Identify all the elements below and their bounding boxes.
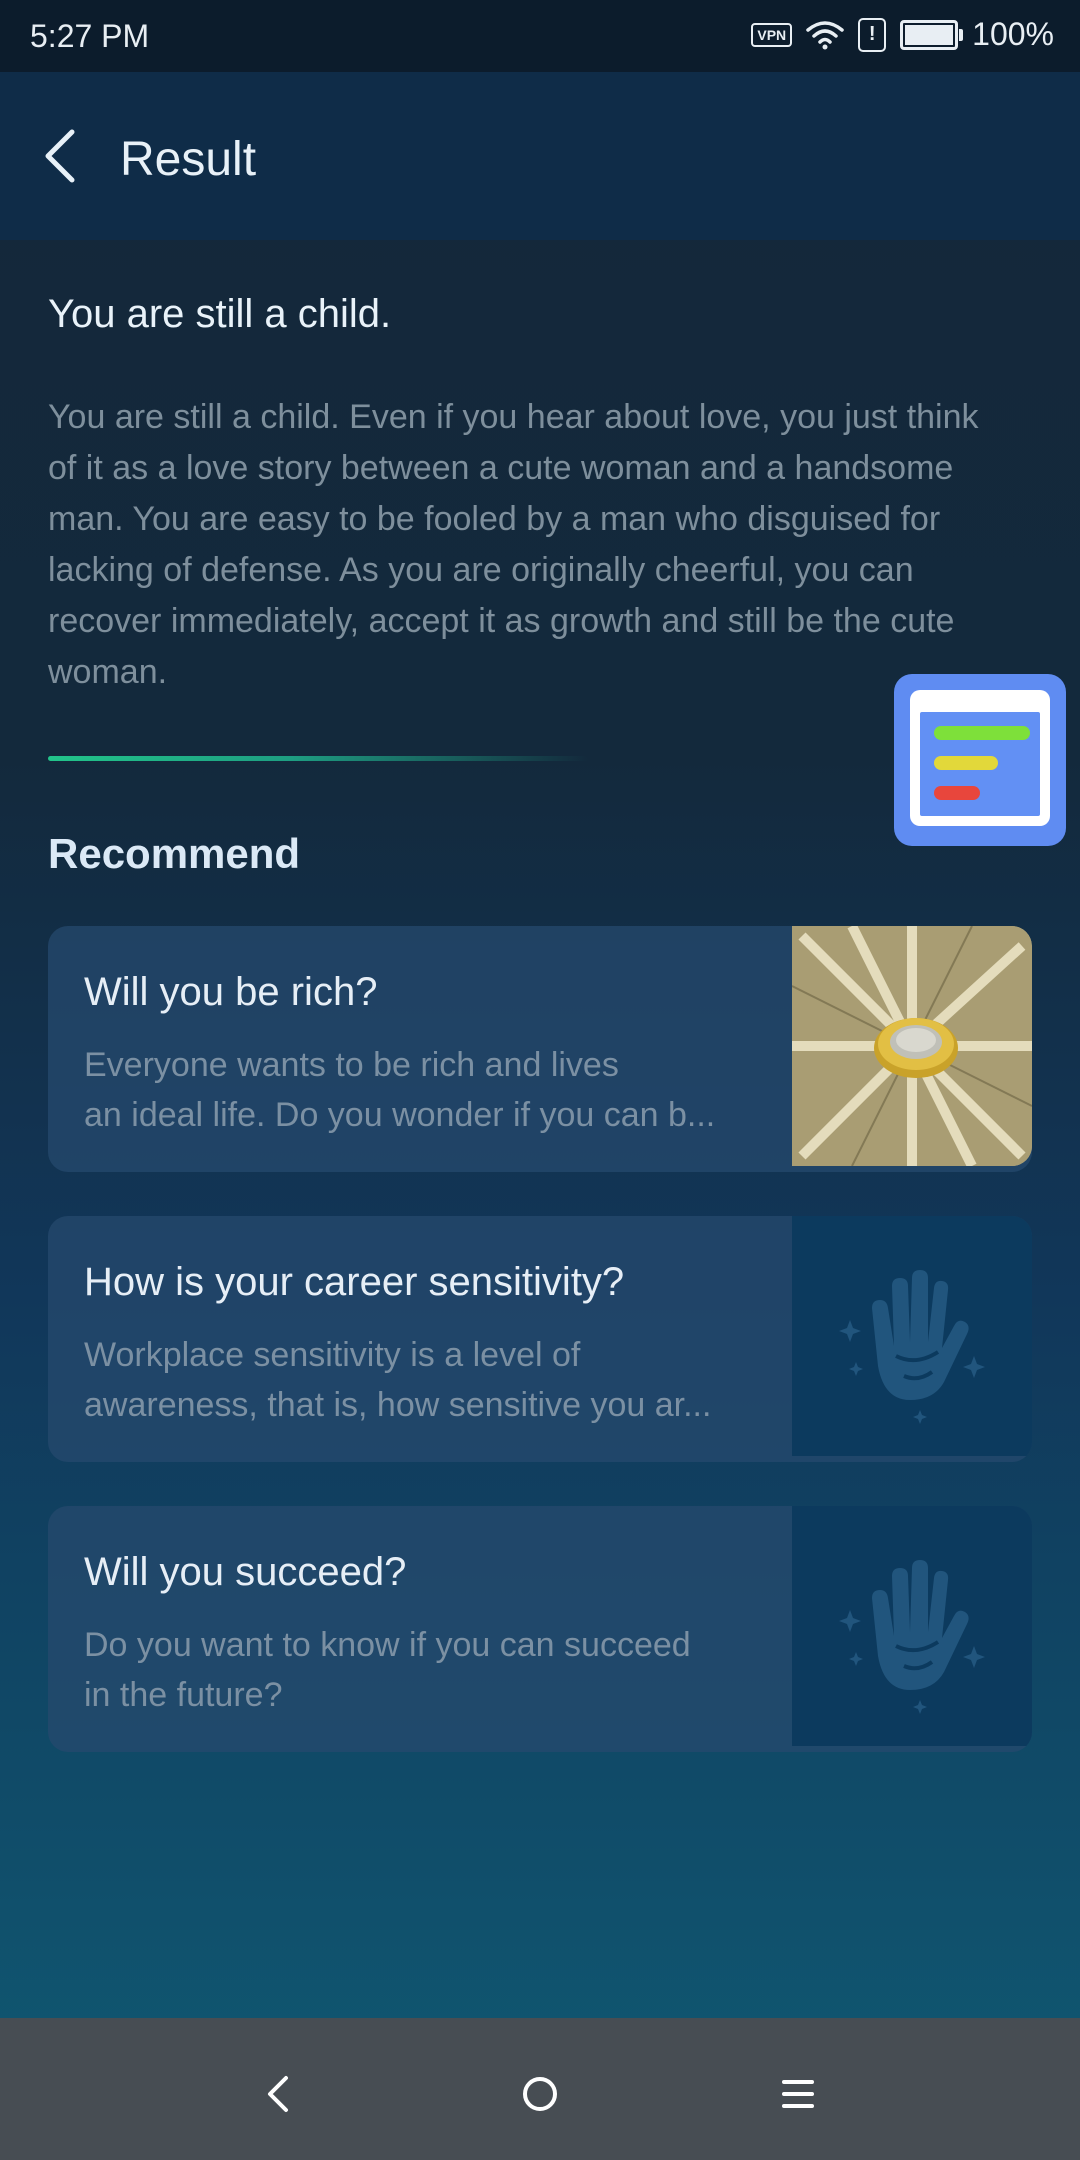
- checklist-icon: [910, 690, 1050, 826]
- card-description: Workplace sensitivity is a level of awar…: [84, 1330, 744, 1430]
- recommend-heading: Recommend: [48, 830, 301, 877]
- card-description-line: awareness, that is, how sensitive you ar…: [84, 1386, 712, 1424]
- card-description: Do you want to know if you can succeed i…: [84, 1620, 744, 1720]
- palm-hand-icon: [792, 1216, 1032, 1456]
- recommend-card-career[interactable]: How is your career sensitivity? Workplac…: [48, 1216, 1032, 1462]
- back-triangle-icon: [268, 2076, 288, 2112]
- card-description: Everyone wants to be rich and lives an i…: [84, 1040, 744, 1140]
- checklist-bar-green: [934, 726, 1030, 740]
- recommend-card-rich[interactable]: Will you be rich? Everyone wants to be r…: [48, 926, 1032, 1172]
- status-bar: 5:27 PM VPN ! 100%: [0, 0, 1080, 72]
- card-description-line: Do you want to know if you can succeed: [84, 1626, 691, 1664]
- status-icons: VPN ! 100%: [751, 16, 1054, 53]
- card-description-line: an ideal life. Do you wonder if you can …: [84, 1096, 716, 1134]
- status-time: 5:27 PM: [30, 18, 150, 54]
- card-title: Will you succeed?: [84, 1550, 407, 1594]
- wifi-icon: [806, 20, 844, 49]
- back-button[interactable]: [36, 124, 96, 188]
- palm-hand-icon: [792, 1506, 1032, 1746]
- floating-checklist-button[interactable]: [894, 674, 1066, 846]
- checklist-bar-yellow: [934, 756, 998, 770]
- vpn-icon: VPN: [751, 22, 793, 47]
- alert-icon: !: [858, 17, 887, 52]
- card-description-line: in the future?: [84, 1676, 283, 1714]
- checklist-bar-red: [934, 786, 980, 800]
- battery-icon: [900, 19, 964, 50]
- card-description-line: Everyone wants to be rich and lives: [84, 1046, 619, 1084]
- system-nav-bar: [0, 2018, 1080, 2160]
- app-bar: Result: [0, 72, 1080, 240]
- recommend-card-succeed[interactable]: Will you succeed? Do you want to know if…: [48, 1506, 1032, 1752]
- card-description-line: Workplace sensitivity is a level of: [84, 1336, 581, 1374]
- card-title: Will you be rich?: [84, 970, 378, 1014]
- home-circle-icon: [523, 2077, 557, 2111]
- battery-percent: 100%: [972, 16, 1054, 52]
- card-title: How is your career sensitivity?: [84, 1260, 625, 1304]
- menu-lines-icon: [782, 2080, 814, 2108]
- page-title: Result: [120, 133, 257, 186]
- result-description: You are still a child. Even if you hear …: [48, 398, 979, 691]
- nav-home-button[interactable]: [500, 2054, 580, 2134]
- nav-menu-button[interactable]: [758, 2054, 838, 2134]
- result-heading: You are still a child.: [48, 292, 392, 336]
- chevron-left-icon: [45, 129, 75, 183]
- nav-back-button[interactable]: [240, 2054, 320, 2134]
- money-coin-image: [792, 926, 1032, 1166]
- section-divider: [48, 756, 588, 761]
